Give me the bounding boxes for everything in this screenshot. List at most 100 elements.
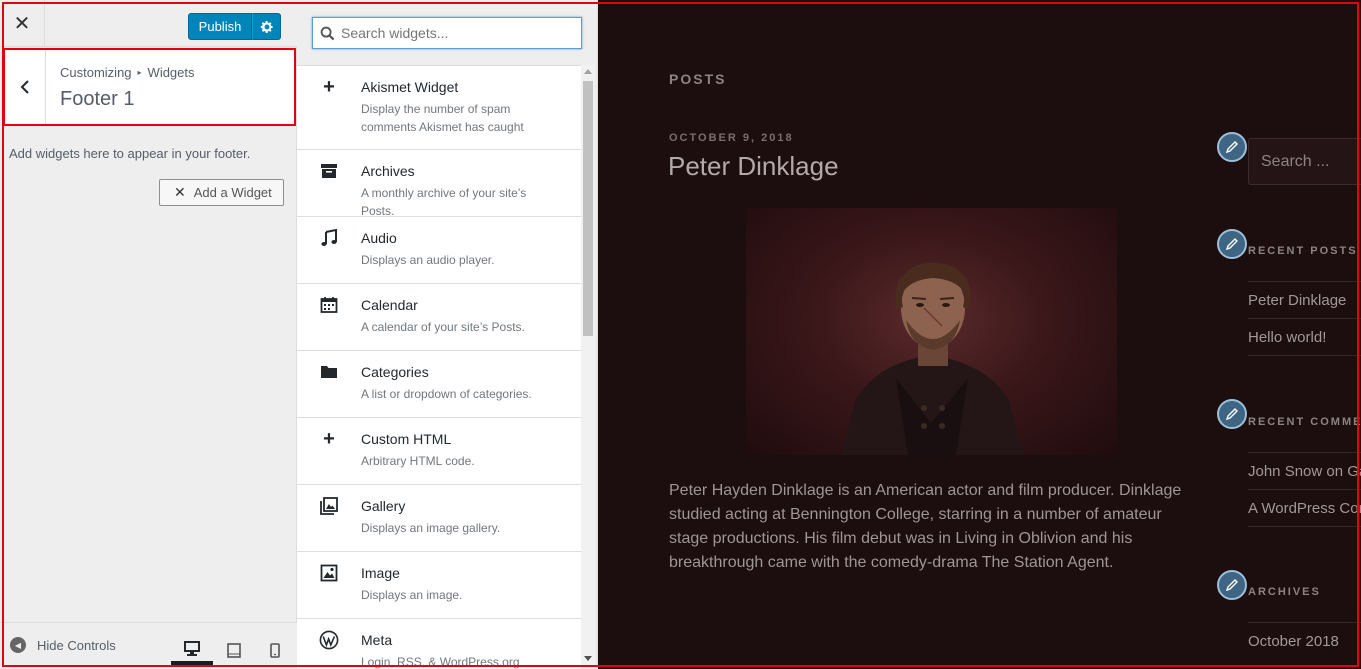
pencil-icon [1225, 238, 1238, 251]
music-note-icon [319, 228, 339, 248]
widget-item-meta[interactable]: Meta Login, RSS, & WordPress.org links. [297, 619, 581, 669]
widget-description: Displays an image gallery. [361, 521, 501, 535]
pencil-icon [1225, 408, 1238, 421]
publish-settings-button[interactable] [252, 13, 281, 40]
add-widget-button[interactable]: ✕ Add a Widget [159, 179, 284, 206]
edit-widget-archives-button[interactable] [1217, 570, 1247, 600]
widget-item-audio[interactable]: Audio Displays an audio player. [297, 217, 581, 284]
tablet-icon [227, 642, 241, 658]
recent-posts-heading: RECENT POSTS [1248, 245, 1358, 257]
breadcrumb-root: Customizing [60, 65, 132, 80]
widget-description: Displays an image. [361, 588, 463, 602]
preview-mobile-button[interactable] [254, 635, 296, 665]
widget-item-archives[interactable]: Archives A monthly archive of your site’… [297, 150, 581, 218]
image-icon [319, 563, 339, 583]
widget-title: Custom HTML [361, 431, 452, 447]
widget-description: A monthly archive of your site’s Posts. [361, 186, 527, 218]
widget-title: Archives [361, 163, 415, 179]
publish-button[interactable]: Publish [188, 13, 252, 40]
widget-title: Akismet Widget [361, 79, 459, 95]
recent-comment-link[interactable]: John Snow on Game [1248, 452, 1361, 480]
widget-title: Image [361, 565, 400, 581]
widget-item-categories[interactable]: Categories A list or dropdown of categor… [297, 351, 581, 418]
folder-icon [319, 362, 339, 382]
widget-description: A calendar of your site’s Posts. [361, 320, 525, 334]
plus-icon: + [323, 427, 335, 450]
post-featured-image[interactable] [746, 208, 1117, 455]
portrait-illustration [841, 263, 1024, 455]
post-excerpt: Peter Hayden Dinklage is an American act… [669, 482, 1182, 571]
recent-comment-link[interactable]: A WordPress Commenter [1248, 489, 1361, 517]
available-widgets-panel: + Akismet Widget Display the number of s… [297, 0, 598, 669]
scroll-up-arrow-icon[interactable] [584, 69, 592, 74]
gallery-icon [319, 496, 339, 516]
gear-icon [260, 20, 273, 33]
breadcrumb: Customizing ▸ Widgets [60, 65, 195, 80]
widget-item-akismet[interactable]: + Akismet Widget Display the number of s… [297, 66, 581, 150]
section-title: Footer 1 [60, 88, 135, 110]
pencil-icon [1225, 579, 1238, 592]
chevron-left-icon [20, 80, 29, 94]
archives-heading: ARCHIVES [1248, 586, 1321, 598]
customizer-header: ✕ Publish [0, 0, 297, 47]
widget-description: A list or dropdown of categories. [361, 387, 532, 401]
mobile-icon [270, 642, 280, 658]
desktop-icon [184, 640, 200, 656]
plus-icon: + [323, 75, 335, 98]
back-button[interactable] [5, 50, 46, 124]
section-description: Add widgets here to appear in your foote… [9, 146, 251, 161]
recent-post-link[interactable]: Peter Dinklage [1248, 281, 1361, 309]
edit-widget-search-button[interactable] [1217, 132, 1247, 162]
widget-description: Login, RSS, & WordPress.org links. [361, 655, 520, 669]
customizer-footer: ◀ Hide Controls [0, 622, 297, 669]
widget-item-custom-html[interactable]: + Custom HTML Arbitrary HTML code. [297, 418, 581, 485]
edit-widget-recent-comments-button[interactable] [1217, 399, 1247, 429]
widget-item-calendar[interactable]: Calendar A calendar of your site’s Posts… [297, 284, 581, 351]
breadcrumb-separator-icon: ▸ [137, 68, 142, 77]
widget-title: Audio [361, 230, 397, 246]
scrollbar-thumb[interactable] [583, 81, 593, 336]
recent-post-link[interactable]: Hello world! [1248, 318, 1361, 346]
add-widget-label: Add a Widget [193, 185, 272, 200]
widget-title: Categories [361, 364, 429, 380]
collapse-arrow-icon: ◀ [10, 637, 26, 653]
scroll-down-arrow-icon[interactable] [584, 656, 592, 661]
pencil-icon [1225, 141, 1238, 154]
widget-search-box [312, 17, 582, 49]
breadcrumb-child: Widgets [147, 65, 195, 80]
search-icon [313, 26, 341, 41]
sidebar-divider [1248, 355, 1361, 356]
posts-heading: POSTS [669, 71, 727, 87]
calendar-icon [319, 295, 339, 315]
hide-controls-button[interactable]: ◀ Hide Controls [10, 637, 116, 653]
hide-controls-label: Hide Controls [37, 637, 116, 653]
site-preview: POSTS OCTOBER 9, 2018 Peter Dinklage Pet… [598, 0, 1361, 669]
archive-icon [319, 161, 339, 181]
close-customizer-button[interactable]: ✕ [0, 0, 45, 47]
customizer-panel: ✕ Publish Customizing ▸ Widgets Footer 1 A… [0, 0, 297, 669]
edit-widget-recent-posts-button[interactable] [1217, 229, 1247, 259]
archive-link[interactable]: October 2018 [1248, 622, 1361, 650]
widget-title: Calendar [361, 297, 418, 313]
preview-tablet-button[interactable] [213, 635, 255, 665]
preview-desktop-button[interactable] [171, 635, 213, 665]
wordpress-icon [319, 630, 339, 650]
post-title[interactable]: Peter Dinklage [668, 151, 839, 182]
widget-item-image[interactable]: Image Displays an image. [297, 552, 581, 619]
widget-item-gallery[interactable]: Gallery Displays an image gallery. [297, 485, 581, 552]
widget-search-input[interactable] [341, 25, 571, 41]
widget-title: Meta [361, 632, 393, 648]
sidebar-divider [1248, 526, 1361, 527]
post-date[interactable]: OCTOBER 9, 2018 [669, 132, 794, 144]
recent-comments-heading: RECENT COMMENTS [1248, 416, 1361, 428]
widget-description: Display the number of spam comments Akis… [361, 102, 524, 134]
widget-description: Displays an audio player. [361, 253, 495, 267]
widget-description: Arbitrary HTML code. [361, 454, 475, 468]
close-icon: ✕ [13, 13, 31, 35]
section-header: Customizing ▸ Widgets Footer 1 [3, 48, 296, 126]
sidebar-search-input[interactable]: Search ... [1248, 138, 1361, 185]
close-icon: ✕ [174, 184, 186, 200]
widget-list-scrollbar[interactable] [581, 65, 595, 669]
widget-title: Gallery [361, 498, 406, 514]
widget-list: + Akismet Widget Display the number of s… [297, 65, 581, 669]
